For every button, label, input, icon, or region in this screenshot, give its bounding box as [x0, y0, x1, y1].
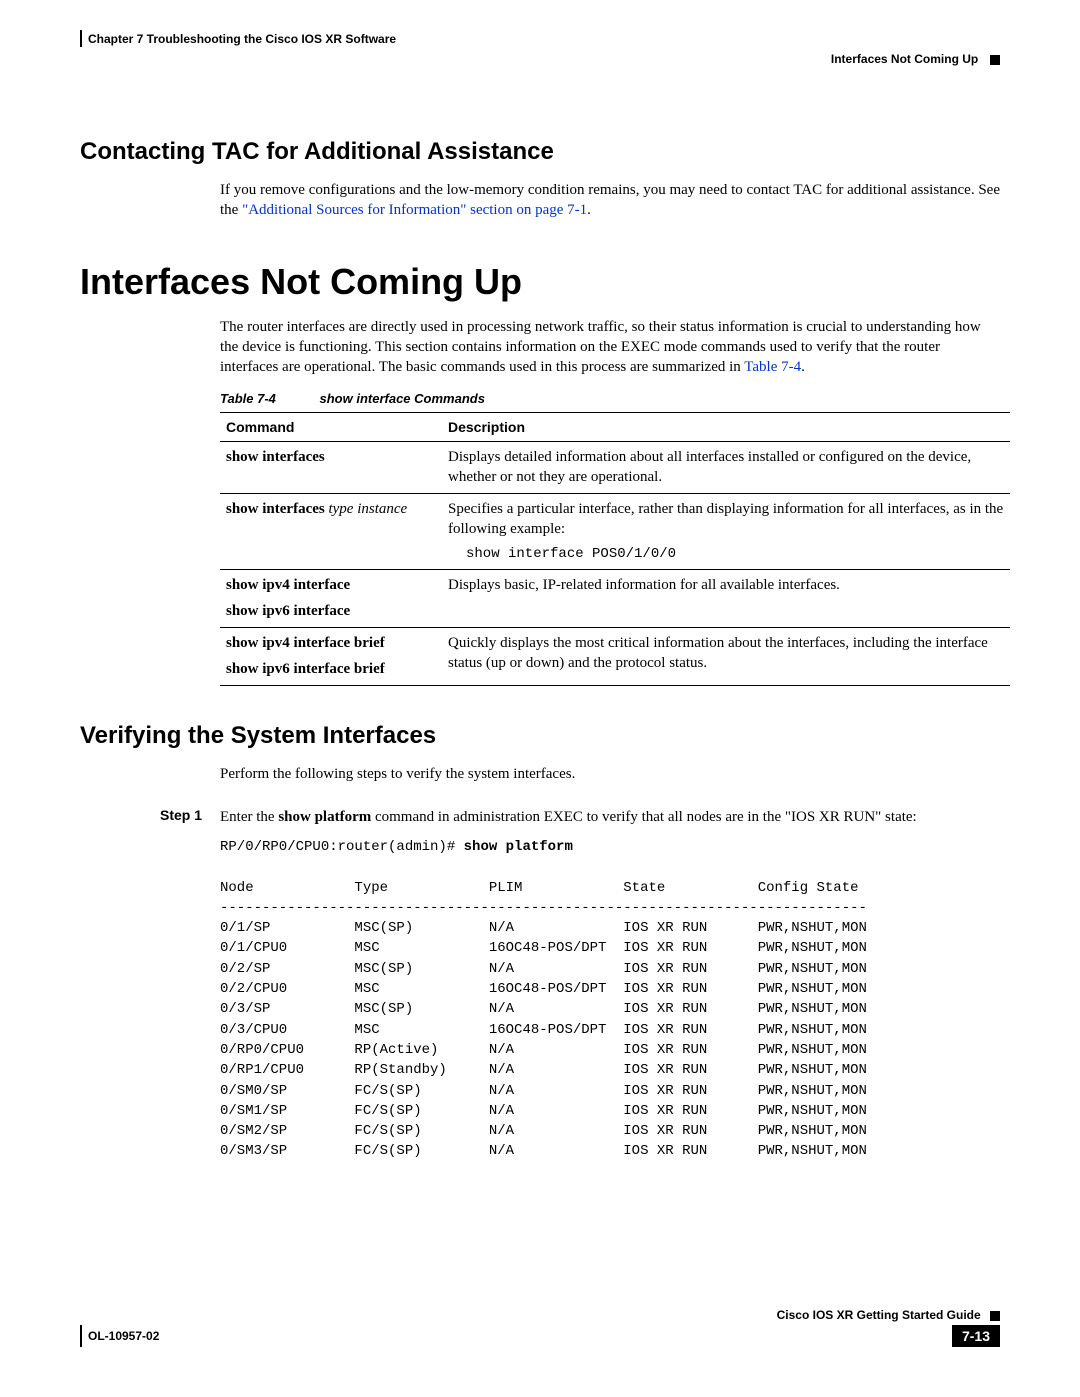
main-text-post: .	[801, 359, 805, 375]
cell-command: show ipv4 interface brief show ipv6 inte…	[220, 628, 442, 686]
step-text-pre: Enter the	[220, 809, 278, 825]
cmd-line-1: show ipv4 interface	[226, 576, 436, 596]
table-row: show ipv4 interface show ipv6 interface …	[220, 570, 1010, 628]
footer-docnum: OL-10957-02	[88, 1329, 159, 1343]
main-text-pre: The router interfaces are directly used …	[220, 319, 981, 376]
document-page: Chapter 7 Troubleshooting the Cisco IOS …	[0, 0, 1080, 1397]
cmd-entered: show platform	[464, 839, 573, 855]
cell-command: show ipv4 interface show ipv6 interface	[220, 570, 442, 628]
main-heading: Interfaces Not Coming Up	[80, 261, 1000, 303]
section-heading-verify: Verifying the System Interfaces	[80, 722, 1000, 750]
cmd-line-2: show ipv6 interface	[226, 602, 436, 622]
code-example: show interface POS0/1/0/0	[466, 545, 1004, 563]
command-output-block: RP/0/RP0/CPU0:router(admin)# show platfo…	[220, 837, 1000, 1162]
cell-desc: Quickly displays the most critical infor…	[442, 628, 1010, 686]
breadcrumb-row: Interfaces Not Coming Up	[80, 51, 1000, 68]
cell-desc: Specifies a particular interface, rather…	[442, 494, 1010, 570]
page-footer: Cisco IOS XR Getting Started Guide OL-10…	[80, 1308, 1000, 1347]
tac-link[interactable]: "Additional Sources for Information" sec…	[242, 202, 587, 218]
cmd-line-2: show ipv6 interface brief	[226, 660, 436, 680]
main-body: The router interfaces are directly used …	[220, 317, 1000, 378]
verify-body: Perform the following steps to verify th…	[220, 764, 1000, 784]
command-table: Command Description show interfaces Disp…	[220, 412, 1010, 686]
table-row: show ipv4 interface brief show ipv6 inte…	[220, 628, 1010, 686]
step-command-name: show platform	[278, 809, 371, 825]
col-command: Command	[220, 413, 442, 442]
section-heading-tac: Contacting TAC for Additional Assistance	[80, 138, 1000, 166]
tac-text-post: .	[587, 202, 591, 218]
col-description: Description	[442, 413, 1010, 442]
cell-command: show interfaces	[220, 442, 442, 494]
cell-desc: Displays basic, IP-related information f…	[442, 570, 1010, 628]
page-number: 7-13	[952, 1325, 1000, 1347]
table-header-row: Command Description	[220, 413, 1010, 442]
cmd-output: Node Type PLIM State Config State ------…	[220, 880, 867, 1160]
cmd-italic: type instance	[325, 501, 407, 517]
footer-square-icon	[990, 1311, 1000, 1321]
table-title: show interface Commands	[320, 391, 485, 406]
cmd-line-1: show ipv4 interface brief	[226, 634, 436, 654]
step-text-post: command in administration EXEC to verify…	[371, 809, 916, 825]
table-label: Table 7-4	[220, 391, 276, 406]
step-row: Step 1 Enter the show platform command i…	[80, 807, 1000, 827]
cmd-prompt: RP/0/RP0/CPU0:router(admin)#	[220, 839, 464, 855]
step-body: Enter the show platform command in admin…	[220, 807, 1000, 827]
chapter-title: Chapter 7 Troubleshooting the Cisco IOS …	[88, 32, 396, 46]
page-header: Chapter 7 Troubleshooting the Cisco IOS …	[80, 30, 1000, 47]
header-square-icon	[990, 55, 1000, 65]
desc-text: Specifies a particular interface, rather…	[448, 501, 1003, 537]
footer-guide: Cisco IOS XR Getting Started Guide	[777, 1308, 981, 1322]
table-caption: Table 7-4 show interface Commands	[220, 391, 1000, 406]
step-label: Step 1	[160, 807, 220, 827]
table-ref-link[interactable]: Table 7-4	[744, 359, 801, 375]
cell-command: show interfaces type instance	[220, 494, 442, 570]
table-row: show interfaces Displays detailed inform…	[220, 442, 1010, 494]
cell-desc: Displays detailed information about all …	[442, 442, 1010, 494]
table-row: show interfaces type instance Specifies …	[220, 494, 1010, 570]
cmd-bold: show interfaces	[226, 501, 325, 517]
section-tac-body: If you remove configurations and the low…	[220, 180, 1000, 221]
breadcrumb: Interfaces Not Coming Up	[831, 52, 978, 66]
